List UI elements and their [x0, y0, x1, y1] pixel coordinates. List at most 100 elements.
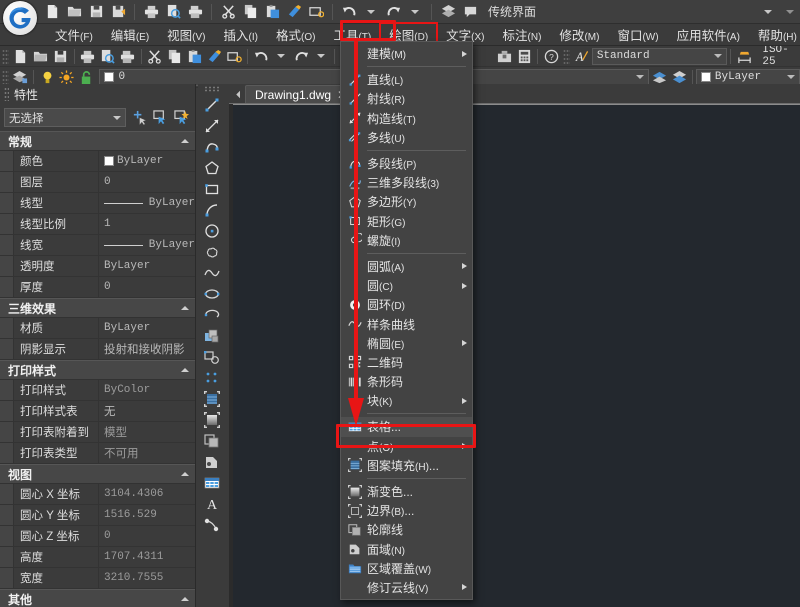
- line-icon[interactable]: [200, 94, 223, 115]
- menu-circle[interactable]: 圆(C): [341, 276, 472, 295]
- cut-icon[interactable]: [144, 47, 164, 66]
- cut-button[interactable]: [218, 2, 238, 22]
- calculator-icon[interactable]: [514, 47, 534, 66]
- dim-style-icon[interactable]: [734, 47, 754, 66]
- open-icon[interactable]: [31, 47, 51, 66]
- property-value[interactable]: 3104.4306: [98, 484, 195, 504]
- erase-icon[interactable]: [224, 47, 244, 66]
- comment-icon[interactable]: [460, 2, 480, 22]
- text-style-combo[interactable]: Standard: [592, 48, 728, 65]
- toolbar-grip[interactable]: [2, 49, 9, 64]
- insert-block-icon[interactable]: [200, 325, 223, 346]
- paste-button[interactable]: [262, 2, 282, 22]
- menu-xline[interactable]: 构造线(T): [341, 109, 472, 128]
- match-properties-button[interactable]: [284, 2, 304, 22]
- property-value[interactable]: 0: [98, 277, 195, 297]
- draw-toolbar-grip[interactable]: [204, 86, 220, 92]
- collapse-chevron-icon[interactable]: [181, 472, 189, 476]
- polygon-icon[interactable]: [200, 157, 223, 178]
- tab-scroll-left-icon[interactable]: [231, 86, 245, 103]
- wipeout-icon[interactable]: [200, 451, 223, 472]
- property-value[interactable]: 1: [98, 214, 195, 234]
- collapse-chevron-icon[interactable]: [181, 368, 189, 372]
- menu-file[interactable]: 文件(F): [46, 23, 102, 46]
- menu-polyline3d[interactable]: 三维多段线(3): [341, 173, 472, 192]
- document-tab[interactable]: Drawing1.dwg ✕: [245, 85, 354, 103]
- ellipse-arc-icon[interactable]: [200, 304, 223, 325]
- property-value[interactable]: 1707.4311: [98, 547, 195, 567]
- undo-caret-icon[interactable]: [271, 47, 291, 66]
- save-file-button[interactable]: [86, 2, 106, 22]
- menu-region[interactable]: 面域(N): [341, 540, 472, 559]
- menu-dimension[interactable]: 标注(N): [494, 23, 551, 46]
- arc-icon[interactable]: [200, 199, 223, 220]
- property-value[interactable]: 3210.7555: [98, 568, 195, 588]
- menu-hatch[interactable]: 图案填充(H)...: [341, 456, 472, 475]
- property-value[interactable]: ByColor: [98, 380, 195, 400]
- multiline-icon[interactable]: [200, 514, 223, 535]
- menu-window[interactable]: 窗口(W): [608, 23, 667, 46]
- toggle-pickadd-icon[interactable]: [130, 108, 149, 127]
- menu-outline[interactable]: 轮廓线: [341, 520, 472, 539]
- menu-polyline[interactable]: 多段线(P): [341, 154, 472, 173]
- circle-icon[interactable]: [200, 220, 223, 241]
- plot-preview-button[interactable]: [163, 2, 183, 22]
- menu-helix[interactable]: 螺旋(I): [341, 231, 472, 250]
- menu-format[interactable]: 格式(O): [267, 23, 324, 46]
- drawing-canvas[interactable]: [229, 103, 800, 607]
- property-group-header[interactable]: 常规: [0, 131, 195, 151]
- property-value[interactable]: 投射和接收阴影: [98, 339, 195, 359]
- property-value[interactable]: ByLayer: [98, 235, 195, 255]
- property-value[interactable]: 0: [98, 526, 195, 546]
- match-prop-icon[interactable]: [204, 47, 224, 66]
- save-icon[interactable]: [51, 47, 71, 66]
- region-icon[interactable]: [200, 430, 223, 451]
- property-value[interactable]: ByLayer: [98, 151, 195, 171]
- redo-caret-icon[interactable]: [311, 47, 331, 66]
- property-value[interactable]: 模型: [98, 422, 195, 442]
- menu-help[interactable]: 帮助(H): [749, 23, 800, 46]
- workspace-dropdown-caret[interactable]: [764, 10, 772, 14]
- redo-button[interactable]: [383, 2, 403, 22]
- copy-icon[interactable]: [164, 47, 184, 66]
- style-toolbar-grip[interactable]: [563, 49, 570, 64]
- property-value[interactable]: 无: [98, 401, 195, 421]
- undo-icon[interactable]: [251, 47, 271, 66]
- print-icon[interactable]: [78, 47, 98, 66]
- undo-dropdown[interactable]: [361, 2, 381, 22]
- menu-apps[interactable]: 应用软件(A): [668, 23, 749, 46]
- menu-gradient[interactable]: 渐变色...: [341, 482, 472, 501]
- menu-modeling[interactable]: 建模(M): [341, 44, 472, 63]
- toolbox-icon[interactable]: [494, 47, 514, 66]
- publish-icon[interactable]: [118, 47, 138, 66]
- menu-rectangle[interactable]: 矩形(G): [341, 212, 472, 231]
- erase-button[interactable]: [306, 2, 326, 22]
- paste-icon[interactable]: [184, 47, 204, 66]
- menu-ellipse[interactable]: 椭圆(E): [341, 334, 472, 353]
- menu-donut[interactable]: 圆环(D): [341, 295, 472, 314]
- property-group-header[interactable]: 打印样式: [0, 360, 195, 380]
- menu-modify[interactable]: 修改(M): [550, 23, 608, 46]
- help-icon[interactable]: ?: [541, 47, 561, 66]
- point-icon[interactable]: [200, 367, 223, 388]
- menu-qrcode[interactable]: 二维码: [341, 353, 472, 372]
- menu-polygon[interactable]: 多边形(Y): [341, 192, 472, 211]
- property-group-header[interactable]: 其他: [0, 589, 195, 607]
- menu-barcode[interactable]: 条形码: [341, 372, 472, 391]
- property-value[interactable]: ByLayer: [98, 256, 195, 276]
- menu-edit[interactable]: 编辑(E): [102, 23, 158, 46]
- menu-block[interactable]: 块(K): [341, 391, 472, 410]
- layer-toolbar-grip[interactable]: [2, 70, 9, 85]
- redo-icon[interactable]: [291, 47, 311, 66]
- text-icon[interactable]: A: [200, 493, 223, 514]
- menu-view[interactable]: 视图(V): [158, 23, 214, 46]
- quick-select-icon[interactable]: [172, 108, 191, 127]
- publish-button[interactable]: [185, 2, 205, 22]
- new-file-button[interactable]: [42, 2, 62, 22]
- new-icon[interactable]: [11, 47, 31, 66]
- menu-point[interactable]: 点(O): [341, 437, 472, 456]
- undo-button[interactable]: [339, 2, 359, 22]
- plot-button[interactable]: [141, 2, 161, 22]
- property-value[interactable]: 不可用: [98, 443, 195, 463]
- revcloud-icon[interactable]: [200, 241, 223, 262]
